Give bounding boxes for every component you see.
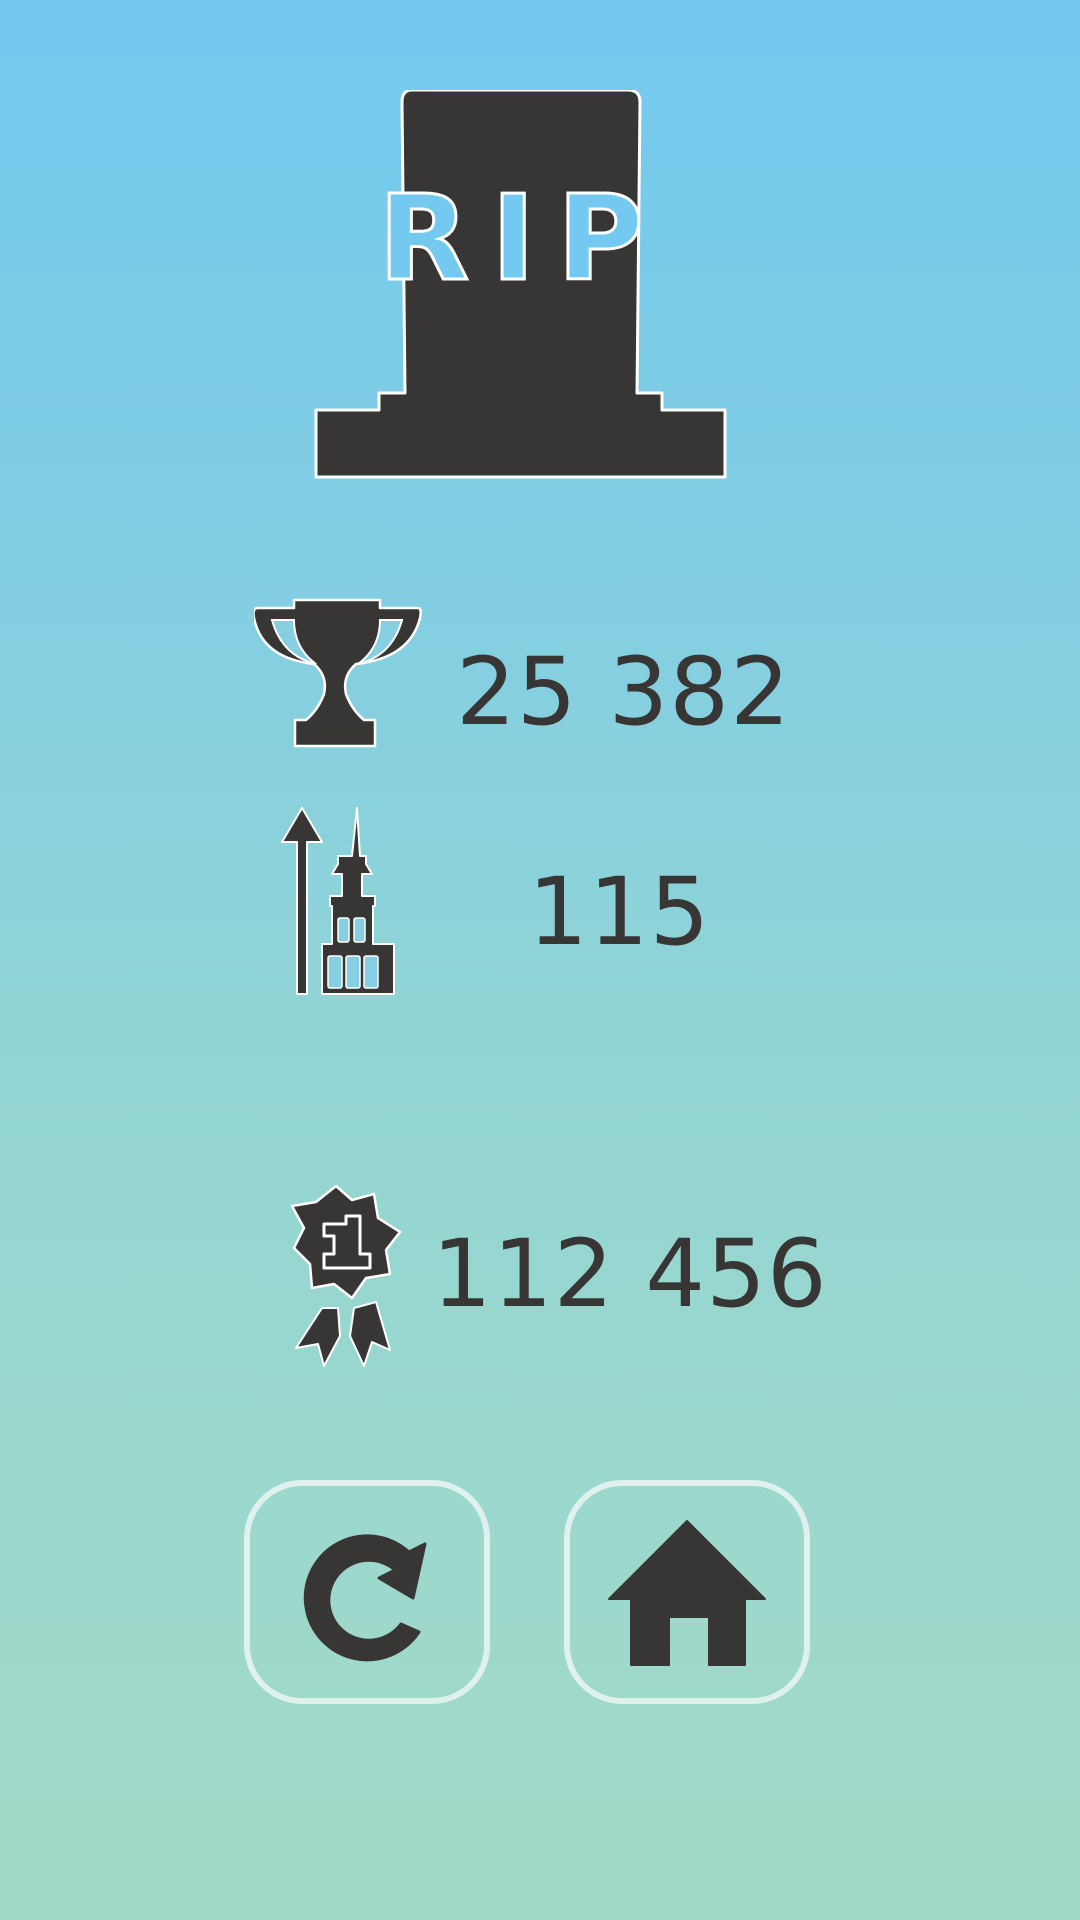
first-place-badge-icon: 1 [290,1184,402,1367]
height-value: 115 [528,858,711,967]
building-height-icon [281,807,395,995]
score-value: 25 382 [456,638,791,747]
restart-button[interactable] [244,1480,490,1704]
home-button[interactable] [564,1480,810,1704]
best-score-value: 112 456 [432,1220,828,1329]
home-icon [608,1520,766,1666]
trophy-icon [254,598,422,748]
tombstone-text: RIP [378,169,665,307]
tombstone-icon: RIP [314,90,727,479]
restart-icon [303,1534,427,1662]
